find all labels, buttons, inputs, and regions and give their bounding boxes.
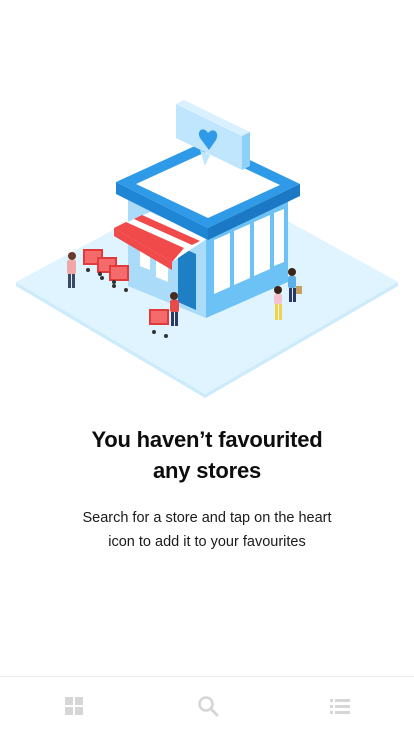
empty-state-title: You haven’t favourited any stores [40, 424, 374, 486]
search-icon [198, 696, 219, 717]
list-icon [330, 699, 350, 714]
tab-list[interactable] [328, 694, 352, 718]
empty-state-title-line-2: any stores [152, 458, 262, 483]
empty-state-message: Search for a store and tap on the heart … [60, 506, 354, 554]
favourites-screen: You haven’t favourited any stores Search… [0, 0, 414, 736]
tab-search[interactable] [196, 694, 220, 718]
store-with-heart-illustration [16, 100, 398, 398]
bottom-tab-bar [0, 676, 414, 736]
empty-state-title-line-1: You haven’t favourited [91, 427, 323, 452]
tab-browse[interactable] [62, 694, 86, 718]
empty-state-message-line-1: Search for a store and tap on the heart [82, 510, 332, 526]
empty-state-message-line-2: icon to add it to your favourites [108, 534, 306, 550]
grid-icon [65, 697, 83, 715]
